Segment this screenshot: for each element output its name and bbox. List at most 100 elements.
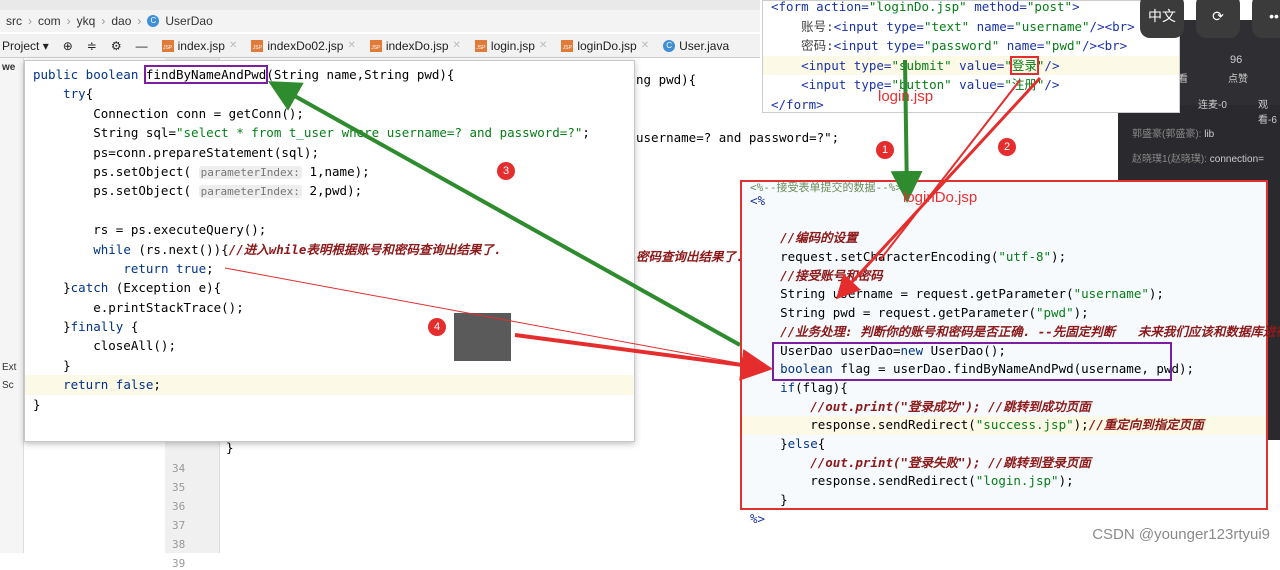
chat-message: lib [1204,129,1215,140]
code-token: Connection conn = getConn(); [33,105,304,121]
code-token: response.sendRedirect( [750,473,976,489]
code-token: "username" [1073,286,1149,302]
code-token: while [93,241,131,257]
code-token: ps.setObject( [33,183,199,199]
chat-user: 郭盛豪(郭盛豪): [1132,129,1202,140]
code-line: } [25,356,634,375]
code-token: //重定向到指定页面 [1088,417,1204,433]
code-line: Connection conn = getConn(); [25,104,634,123]
breadcrumb-item[interactable]: dao [111,14,131,28]
code-line: return false; [25,375,634,395]
close-icon[interactable]: ✕ [347,40,355,51]
code-token: //进入while表明根据账号和密码查询出结果了. [228,241,502,257]
code-token: "注册" [1004,77,1045,92]
sidebar-item[interactable]: Sc [2,380,14,391]
step-badge: 4 [428,318,446,336]
code-line: closeAll(); [25,336,634,355]
code-line: <form action="loginDo.jsp" method="post"… [763,0,1179,17]
gear-icon[interactable]: ⚙ [111,39,122,53]
code-token: "submit" [891,57,952,73]
jsp-file-icon: JSP [561,39,574,52]
code-token: /><br> [1089,18,1135,34]
code-token: request.setCharacterEncoding( [750,249,999,265]
code-token: public boolean [33,67,146,82]
code-token: "pwd" [1035,305,1074,321]
code-token: ); [1148,286,1164,302]
locate-icon[interactable]: ⊕ [63,39,73,53]
cursor-overlay [454,313,511,361]
code-token: (flag){ [795,379,848,395]
code-token: "select * from t_user where username=? a… [176,125,583,141]
tab-index-jsp[interactable]: JSP index.jsp ✕ [161,39,237,53]
line-number: 34 [172,462,186,475]
code-line: //编码的设置 [742,229,1266,248]
code-token: (String name,String pwd){ [266,67,455,82]
code-token: "post" [1026,0,1073,14]
code-token: "success.jsp" [975,417,1074,433]
code-token: ); [1058,473,1074,489]
tab-login-jsp[interactable]: JSP login.jsp ✕ [474,39,547,53]
code-token: ; [582,125,590,141]
code-token: } [33,396,41,412]
code-token: %> [750,510,766,526]
collapse-icon[interactable]: ≑ [87,39,97,53]
code-token: finally [70,319,124,335]
code-line: //业务处理: 判断你的账号和密码是否正确. --先固定判断 未来我们应该和数据… [742,323,1280,342]
code-token: } [33,280,71,296]
code-token: } [750,435,788,451]
tab-indexdo02-jsp[interactable]: JSP indexDo02.jsp ✕ [251,39,356,53]
tab-logindo-jsp[interactable]: JSP loginDo.jsp ✕ [561,39,649,53]
code-line: </form> [763,95,1179,115]
code-token: <% [750,193,766,208]
code-token: value= [951,57,1005,73]
code-token: name= [969,18,1015,34]
tab-indexdo-jsp[interactable]: JSP indexDo.jsp ✕ [369,39,461,53]
close-icon[interactable]: ✕ [641,40,649,51]
breadcrumb-item[interactable]: src [6,14,22,28]
method-definition-popup: public boolean findByNameAndPwd(String n… [24,60,635,442]
breadcrumb: src › com › ykq › dao › C UserDao [0,10,760,32]
breadcrumb-item[interactable]: com [38,14,61,28]
code-token: method= [966,0,1027,14]
tab-user-java[interactable]: C User.java [663,39,729,53]
code-line: //out.print("登录成功"); //跳转到成功页面 [742,398,1266,417]
code-token: ; [206,260,214,276]
background-code-line: 密码查询出结果了. [636,249,744,264]
chat-user: 赵晓璞1(赵晓璞): [1132,154,1207,165]
code-line: } [742,491,1266,510]
code-token: if [750,379,796,395]
code-token: "pwd" [1044,38,1083,53]
line-number: 38 [172,538,186,551]
tab-watch[interactable]: 观看-6 [1258,96,1280,126]
sidebar-item[interactable]: we [2,62,15,73]
line-number: 36 [172,500,186,513]
translate-button[interactable]: 中文 [1140,0,1184,38]
code-line: <input type="button" value="注册"/> [763,75,1179,95]
minimize-icon[interactable]: — [136,39,148,53]
code-token: /> [1044,57,1060,73]
chat-message: connection= [1209,154,1264,165]
code-token: (Exception e){ [108,280,222,296]
code-token: /> [1044,77,1060,92]
tab-lianmai[interactable]: 连麦-0 [1198,96,1227,111]
breadcrumb-item[interactable]: ykq [77,14,96,28]
code-token: parameterIndex: [198,165,302,179]
code-line: }finally { [25,317,634,336]
project-selector[interactable]: Project ▾ [2,39,49,53]
code-token: } [33,357,71,373]
more-button[interactable]: •• [1252,0,1280,38]
close-icon[interactable]: ✕ [229,40,237,51]
code-token: "text" [923,18,970,34]
code-token: ); [1073,305,1089,321]
breadcrumb-item[interactable]: UserDao [165,14,212,28]
code-token: > [1072,0,1080,14]
background-code-line: } [226,440,234,455]
code-token: 账号: [771,18,834,34]
close-icon[interactable]: ✕ [453,40,461,51]
code-token: 登录 [1009,55,1039,75]
sidebar-item[interactable]: Ext [2,362,16,373]
code-token: <input [833,18,887,34]
close-icon[interactable]: ✕ [539,40,547,51]
rotate-button[interactable]: ⟳ [1196,0,1240,38]
